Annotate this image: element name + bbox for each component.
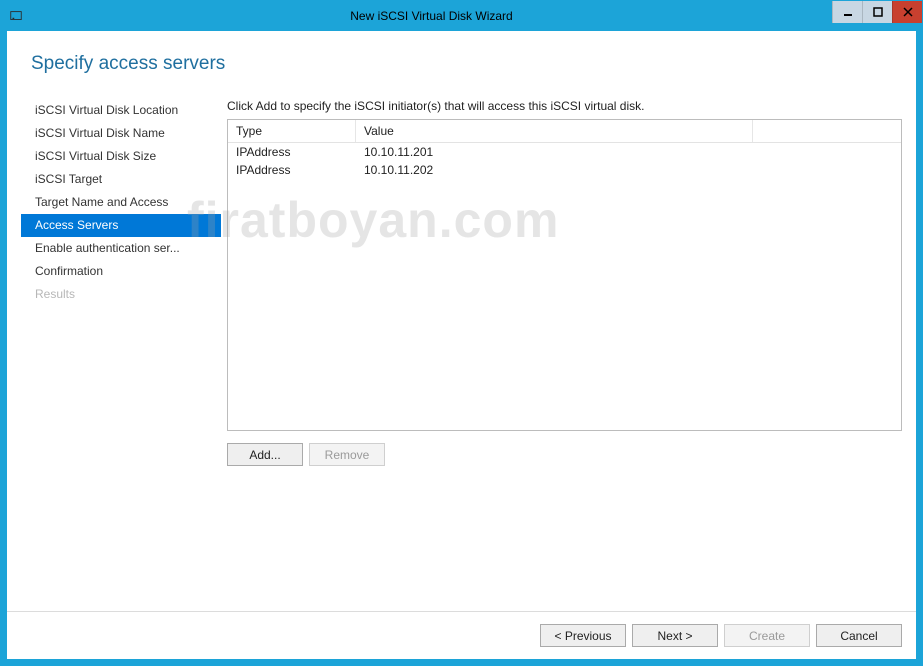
sidebar-item-iscsi-target[interactable]: iSCSI Target: [21, 168, 221, 191]
window-title: New iSCSI Virtual Disk Wizard: [31, 1, 832, 31]
grid-header: Type Value: [228, 120, 901, 143]
app-icon: [1, 1, 31, 31]
previous-button[interactable]: < Previous: [540, 624, 626, 647]
main-panel: Click Add to specify the iSCSI initiator…: [221, 89, 902, 611]
window-control-buttons: [832, 1, 922, 31]
sidebar-item-disk-name[interactable]: iSCSI Virtual Disk Name: [21, 122, 221, 145]
close-icon: [903, 7, 913, 17]
close-button[interactable]: [892, 1, 922, 23]
sidebar-item-access-servers[interactable]: Access Servers: [21, 214, 221, 237]
initiators-grid: Type Value IPAddress 10.10.11.201 IPAddr…: [227, 119, 902, 431]
sidebar-item-disk-size[interactable]: iSCSI Virtual Disk Size: [21, 145, 221, 168]
cell-type: IPAddress: [228, 161, 356, 179]
next-button[interactable]: Next >: [632, 624, 718, 647]
minimize-button[interactable]: [832, 1, 862, 23]
create-button: Create: [724, 624, 810, 647]
column-header-spacer: [753, 120, 901, 142]
content-area: Specify access servers iSCSI Virtual Dis…: [7, 31, 916, 611]
minimize-icon: [843, 7, 853, 17]
sidebar-item-label: Enable authentication ser...: [35, 241, 180, 255]
maximize-button[interactable]: [862, 1, 892, 23]
table-row[interactable]: IPAddress 10.10.11.202: [228, 161, 901, 179]
cancel-button[interactable]: Cancel: [816, 624, 902, 647]
sidebar-item-label: Target Name and Access: [35, 195, 168, 209]
maximize-icon: [873, 7, 883, 17]
sidebar-item-label: iSCSI Virtual Disk Size: [35, 149, 156, 163]
sidebar-item-label: iSCSI Virtual Disk Name: [35, 126, 165, 140]
sidebar-item-label: Results: [35, 287, 75, 301]
sidebar-item-disk-location[interactable]: iSCSI Virtual Disk Location: [21, 99, 221, 122]
sidebar-item-enable-auth[interactable]: Enable authentication ser...: [21, 237, 221, 260]
cell-value: 10.10.11.202: [356, 161, 901, 179]
sidebar-item-results: Results: [21, 283, 221, 306]
sidebar-item-confirmation[interactable]: Confirmation: [21, 260, 221, 283]
page-heading: Specify access servers: [7, 31, 916, 89]
instruction-text: Click Add to specify the iSCSI initiator…: [227, 89, 902, 119]
grid-actions: Add... Remove: [227, 443, 902, 466]
sidebar-item-target-name[interactable]: Target Name and Access: [21, 191, 221, 214]
column-header-type[interactable]: Type: [228, 120, 356, 142]
cell-type: IPAddress: [228, 143, 356, 161]
column-header-value[interactable]: Value: [356, 120, 753, 142]
sidebar-item-label: iSCSI Virtual Disk Location: [35, 103, 178, 117]
table-row[interactable]: IPAddress 10.10.11.201: [228, 143, 901, 161]
cell-value: 10.10.11.201: [356, 143, 901, 161]
add-button[interactable]: Add...: [227, 443, 303, 466]
sidebar-item-label: Confirmation: [35, 264, 103, 278]
body-row: iSCSI Virtual Disk Location iSCSI Virtua…: [7, 89, 916, 611]
titlebar: New iSCSI Virtual Disk Wizard: [1, 1, 922, 31]
remove-button: Remove: [309, 443, 385, 466]
wizard-window: New iSCSI Virtual Disk Wizard Specify ac…: [0, 0, 923, 666]
wizard-steps-sidebar: iSCSI Virtual Disk Location iSCSI Virtua…: [21, 89, 221, 611]
grid-body: IPAddress 10.10.11.201 IPAddress 10.10.1…: [228, 143, 901, 430]
wizard-footer: < Previous Next > Create Cancel: [7, 611, 916, 659]
wizard-frame: Specify access servers iSCSI Virtual Dis…: [1, 31, 922, 665]
disk-icon: [9, 9, 23, 23]
sidebar-item-label: Access Servers: [35, 218, 118, 232]
sidebar-item-label: iSCSI Target: [35, 172, 102, 186]
